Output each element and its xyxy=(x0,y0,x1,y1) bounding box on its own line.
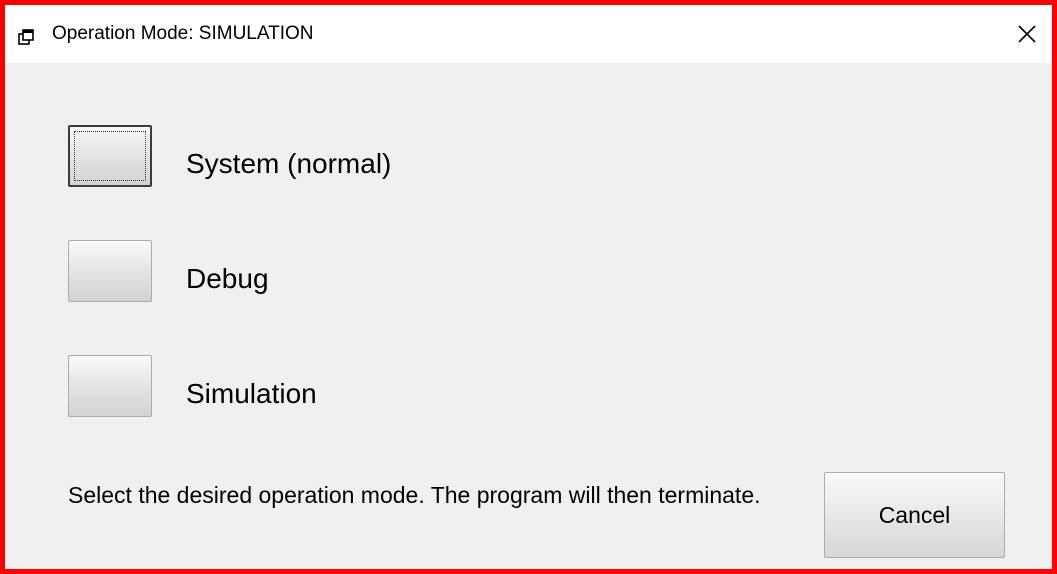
close-button[interactable] xyxy=(1002,5,1052,63)
app-window-icon xyxy=(18,29,34,45)
simulation-label: Simulation xyxy=(186,378,317,409)
instruction-text: Select the desired operation mode. The p… xyxy=(68,482,761,508)
window-title: Operation Mode: SIMULATION xyxy=(52,23,314,44)
debug-label: Debug xyxy=(186,263,269,294)
debug-button[interactable] xyxy=(68,240,152,302)
cancel-button[interactable]: Cancel xyxy=(824,472,1005,558)
title-bar: Operation Mode: SIMULATION xyxy=(5,5,1052,63)
operation-mode-dialog: Operation Mode: SIMULATION System (norma… xyxy=(0,0,1057,574)
system-normal-button[interactable] xyxy=(68,125,152,187)
system-normal-label: System (normal) xyxy=(186,148,392,179)
close-icon xyxy=(1018,25,1036,43)
simulation-button[interactable] xyxy=(68,355,152,417)
